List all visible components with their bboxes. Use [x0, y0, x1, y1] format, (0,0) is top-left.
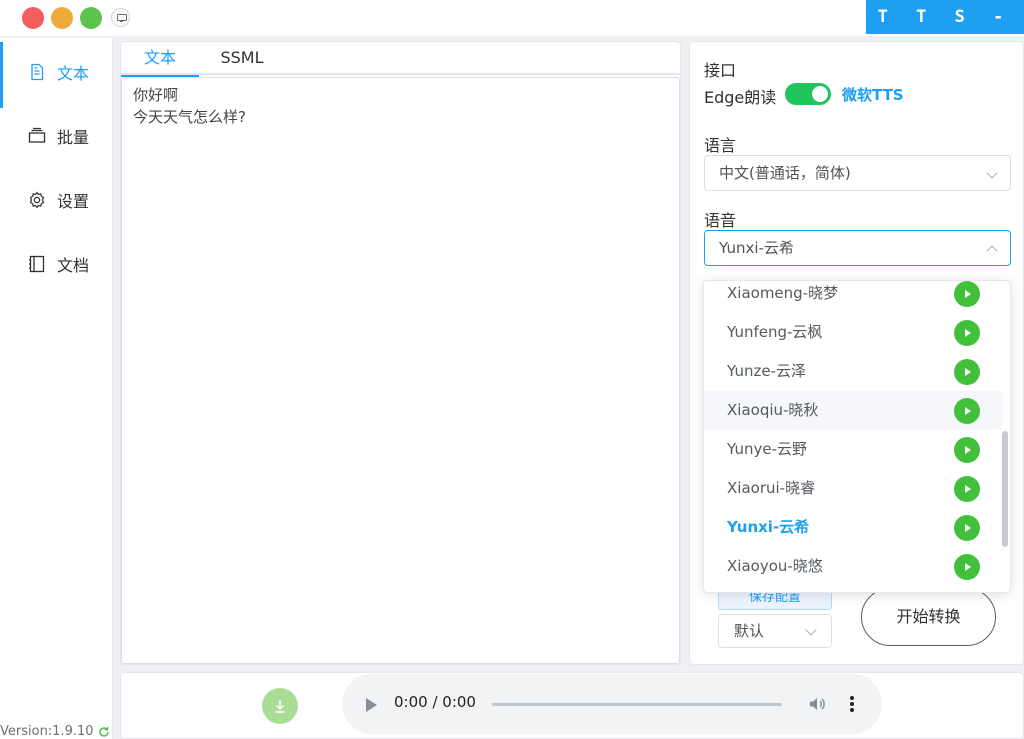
playback-time: 0:00 / 0:00 — [394, 693, 476, 711]
play-icon[interactable] — [954, 437, 980, 463]
voice-option-label: Xiaorui-晓睿 — [727, 479, 816, 497]
document-icon — [31, 63, 44, 81]
edge-label: Edge朗读 — [704, 88, 777, 107]
voice-option-label: Yunfeng-云枫 — [727, 323, 823, 341]
volume-icon[interactable] — [807, 694, 827, 714]
voice-select[interactable]: Yunxi-云希 — [704, 230, 1011, 266]
api-label: 接口 — [704, 61, 737, 80]
monitor-icon[interactable] — [111, 8, 130, 27]
chevron-up-icon — [986, 245, 998, 257]
voice-option-label: Yunye-云野 — [727, 440, 807, 458]
preset-value: 默认 — [734, 622, 765, 640]
ms-tts-label: 微软TTS — [842, 86, 904, 104]
app-brand: T T S - V U E — [866, 0, 1024, 61]
play-icon[interactable] — [954, 281, 980, 307]
voice-option-label: Xiaoqiu-晓秋 — [727, 401, 819, 419]
version-info: Version:1.9.10 — [0, 724, 110, 739]
notebook-icon — [29, 255, 45, 273]
play-icon[interactable] — [954, 476, 980, 502]
gear-icon — [29, 191, 45, 209]
play-icon[interactable] — [954, 398, 980, 424]
download-icon — [275, 700, 285, 713]
voice-option[interactable]: Xiaoyou-晓悠 — [704, 547, 1002, 586]
voice-option[interactable] — [704, 586, 1002, 592]
language-value: 中文(普通话，简体) — [719, 164, 851, 182]
voice-option-label: Yunxi-云希 — [727, 518, 810, 536]
version-label: Version:1.9.10 — [0, 724, 94, 739]
progress-track[interactable] — [492, 703, 782, 706]
voice-dropdown: Xiaomeng-晓梦 Yunfeng-云枫 Yunze-云泽 Xiaoqiu-… — [703, 280, 1011, 593]
download-button[interactable] — [262, 688, 298, 724]
text-input[interactable]: 你好啊 今天天气怎么样? — [121, 77, 680, 664]
tab-ssml[interactable]: SSML — [199, 42, 285, 75]
preset-select[interactable]: 默认 — [718, 614, 832, 648]
editor-panel: 文本 SSML 你好啊 今天天气怎么样? — [120, 41, 681, 665]
dropdown-scrollbar[interactable] — [1002, 431, 1008, 547]
sidebar: 文本 批量 设置 文档 Version:1.9.10 — [0, 38, 113, 739]
sidebar-item-label: 文本 — [57, 64, 90, 83]
voice-option-label: Yunze-云泽 — [727, 362, 806, 380]
play-icon[interactable] — [366, 698, 377, 712]
stack-icon — [28, 127, 46, 143]
play-icon[interactable] — [954, 320, 980, 346]
api-toggle-switch[interactable] — [785, 83, 831, 105]
title-bar: T T S - V U E — [0, 0, 1024, 61]
maximize-window-button[interactable] — [80, 7, 102, 29]
sidebar-item-docs[interactable]: 文档 — [0, 234, 113, 294]
language-select[interactable]: 中文(普通话，简体) — [704, 155, 1011, 191]
voice-option-selected[interactable]: Yunxi-云希 — [704, 508, 1002, 547]
voice-option[interactable]: Yunfeng-云枫 — [704, 313, 1002, 352]
sidebar-item-label: 批量 — [57, 128, 90, 147]
start-convert-button[interactable]: 开始转换 — [861, 588, 996, 646]
voice-value: Yunxi-云希 — [719, 239, 794, 257]
sidebar-item-text[interactable]: 文本 — [0, 42, 113, 108]
tab-text[interactable]: 文本 — [121, 42, 199, 77]
refresh-icon[interactable] — [98, 726, 110, 738]
chevron-down-icon — [805, 624, 817, 636]
chevron-down-icon — [986, 167, 998, 179]
voice-option[interactable]: Xiaorui-晓睿 — [704, 469, 1002, 508]
minimize-window-button[interactable] — [51, 7, 73, 29]
voice-option[interactable]: Xiaoqiu-晓秋 — [704, 391, 1002, 430]
text-line: 今天天气怎么样? — [133, 108, 246, 126]
voice-option-label: Xiaoyou-晓悠 — [727, 557, 823, 575]
voice-option-label: Xiaomeng-晓梦 — [727, 284, 839, 302]
voice-option[interactable]: Xiaomeng-晓梦 — [704, 281, 1002, 313]
close-window-button[interactable] — [22, 7, 44, 29]
more-options-icon[interactable] — [848, 694, 856, 714]
play-icon[interactable] — [954, 554, 980, 580]
voice-option[interactable]: Yunye-云野 — [704, 430, 1002, 469]
sidebar-item-label: 设置 — [57, 192, 90, 211]
sidebar-item-label: 文档 — [57, 256, 90, 275]
editor-tabs: 文本 SSML — [121, 42, 680, 77]
language-label: 语言 — [704, 136, 737, 155]
play-icon[interactable] — [954, 359, 980, 385]
sidebar-item-settings[interactable]: 设置 — [0, 170, 113, 230]
voice-option[interactable]: Yunze-云泽 — [704, 352, 1002, 391]
audio-player: 0:00 / 0:00 — [342, 674, 882, 734]
text-line: 你好啊 — [133, 86, 179, 104]
play-icon[interactable] — [954, 515, 980, 541]
voice-label: 语音 — [704, 211, 737, 230]
sidebar-item-batch[interactable]: 批量 — [0, 106, 113, 166]
